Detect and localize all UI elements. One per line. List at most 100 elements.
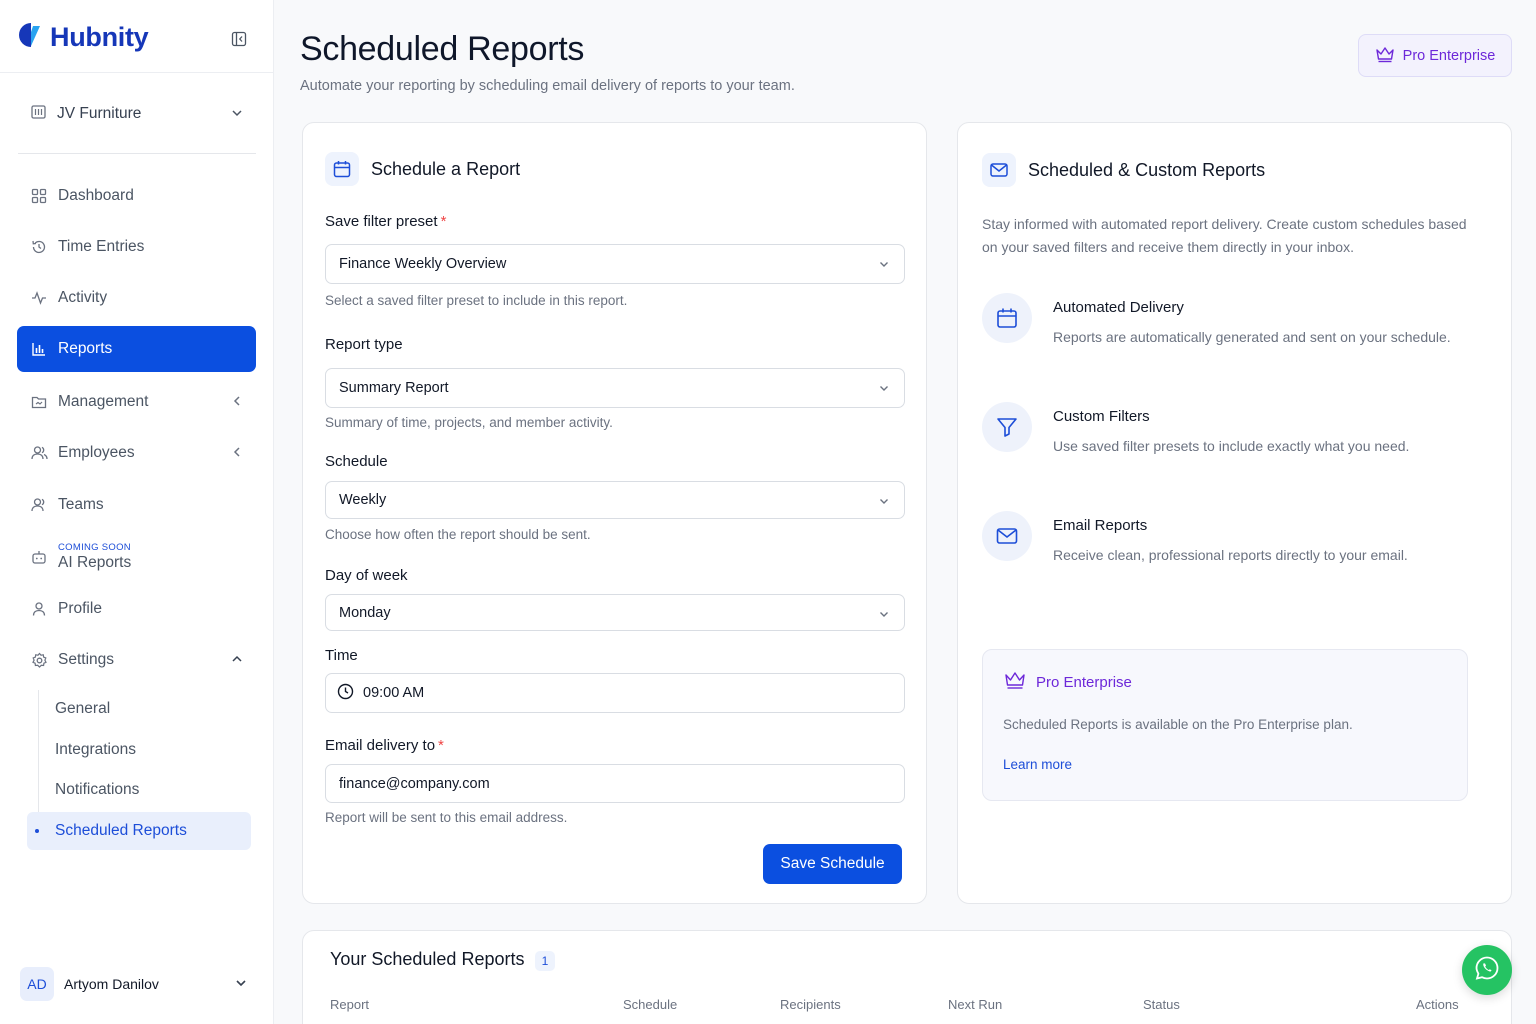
pro-enterprise-button[interactable]: Pro Enterprise bbox=[1358, 34, 1512, 77]
nav-time-entries[interactable]: Time Entries bbox=[17, 224, 256, 270]
column-header-recipients[interactable]: Recipients bbox=[780, 997, 841, 1012]
divider bbox=[0, 72, 274, 73]
required-mark: * bbox=[440, 213, 447, 230]
time-value: 09:00 AM bbox=[363, 685, 425, 701]
nav-profile[interactable]: Profile bbox=[17, 586, 256, 632]
email-label: Email delivery to * bbox=[325, 737, 444, 754]
report-type-value: Summary Report bbox=[339, 380, 449, 396]
hubnity-logo-icon bbox=[18, 22, 44, 53]
schedule-form-card: Schedule a Report Save filter preset * Fi… bbox=[302, 122, 927, 904]
required-mark: * bbox=[438, 737, 444, 754]
list-title: Your Scheduled Reports bbox=[330, 949, 525, 969]
chevron-down-icon bbox=[230, 106, 244, 125]
feature-title: Automated Delivery bbox=[1053, 299, 1184, 316]
info-description: Stay informed with automated report deli… bbox=[982, 216, 1467, 256]
pro-enterprise-label: Pro Enterprise bbox=[1402, 47, 1496, 64]
nav-label: Management bbox=[58, 393, 149, 410]
settings-sub-notifications[interactable]: Notifications bbox=[27, 771, 251, 809]
feature-desc: Use saved filter presets to include exac… bbox=[1053, 438, 1410, 454]
folder-icon bbox=[30, 393, 48, 411]
schedule-select[interactable]: Weekly bbox=[325, 481, 905, 519]
schedule-label: Schedule bbox=[325, 453, 388, 470]
nav-management[interactable]: Management bbox=[17, 379, 256, 425]
whatsapp-chat-button[interactable] bbox=[1462, 945, 1512, 995]
nav-label: AI Reports bbox=[58, 553, 132, 571]
brand-name: Hubnity bbox=[50, 22, 149, 52]
count-badge: 1 bbox=[535, 951, 555, 971]
user-menu[interactable]: AD Artyom Danilov bbox=[20, 966, 256, 1002]
email-input[interactable]: finance@company.com bbox=[325, 764, 905, 803]
column-header-status[interactable]: Status bbox=[1143, 997, 1180, 1012]
collapse-sidebar-button[interactable] bbox=[229, 29, 249, 49]
chevron-down-icon bbox=[878, 382, 890, 398]
filter-icon bbox=[982, 402, 1032, 452]
preset-label: Save filter preset * bbox=[325, 213, 446, 230]
nav-activity[interactable]: Activity bbox=[17, 275, 256, 321]
pro-box-desc: Scheduled Reports is available on the Pr… bbox=[1003, 717, 1353, 732]
chevron-down-icon bbox=[878, 495, 890, 511]
feature-title: Email Reports bbox=[1053, 517, 1148, 534]
card-title: Schedule a Report bbox=[371, 158, 521, 179]
grid-icon bbox=[30, 187, 48, 205]
card-title: Scheduled & Custom Reports bbox=[1028, 159, 1266, 180]
card-header: Scheduled & Custom Reports bbox=[982, 153, 1265, 187]
brand-logo[interactable]: Hubnity bbox=[18, 22, 149, 53]
email-help: Report will be sent to this email addres… bbox=[325, 810, 568, 825]
info-card: Scheduled & Custom Reports Stay informed… bbox=[957, 122, 1512, 904]
nav-label: Time Entries bbox=[58, 238, 145, 255]
settings-sub-integrations[interactable]: Integrations bbox=[27, 731, 251, 769]
pro-box-header: Pro Enterprise bbox=[1004, 670, 1132, 694]
panel-collapse-icon bbox=[231, 31, 247, 47]
time-label: Time bbox=[325, 647, 358, 664]
users-icon bbox=[30, 444, 48, 462]
history-icon bbox=[30, 238, 48, 256]
chevron-up-icon bbox=[230, 652, 244, 671]
nav-reports[interactable]: Reports bbox=[17, 326, 256, 372]
column-header-schedule[interactable]: Schedule bbox=[623, 997, 677, 1012]
mail-icon bbox=[982, 511, 1032, 561]
workspace-name: JV Furniture bbox=[57, 105, 142, 122]
workspace-selector[interactable]: JV Furniture bbox=[18, 92, 256, 136]
activity-icon bbox=[30, 289, 48, 307]
feature-desc: Reports are automatically generated and … bbox=[1053, 329, 1451, 345]
nav-label: Settings bbox=[58, 651, 115, 668]
nav-ai-reports[interactable]: COMING SOON AI Reports bbox=[17, 534, 256, 580]
building-icon bbox=[30, 103, 47, 125]
nav-label: Reports bbox=[58, 340, 113, 357]
schedule-value: Weekly bbox=[339, 492, 387, 508]
day-of-week-select[interactable]: Monday bbox=[325, 594, 905, 631]
calendar-icon bbox=[982, 293, 1032, 343]
settings-sub-general[interactable]: General bbox=[27, 690, 251, 728]
day-label: Day of week bbox=[325, 567, 408, 584]
nav-employees[interactable]: Employees bbox=[17, 430, 256, 476]
column-header-actions: Actions bbox=[1416, 997, 1459, 1012]
calendar-icon bbox=[325, 152, 359, 186]
preset-value: Finance Weekly Overview bbox=[339, 256, 507, 272]
nav-teams[interactable]: Teams bbox=[17, 482, 256, 528]
scheduled-reports-list: Your Scheduled Reports 1 Report Schedule… bbox=[302, 930, 1512, 1024]
sub-label: Scheduled Reports bbox=[55, 822, 187, 839]
preset-select[interactable]: Finance Weekly Overview bbox=[325, 244, 905, 284]
learn-more-link[interactable]: Learn more bbox=[1003, 757, 1072, 772]
save-schedule-button[interactable]: Save Schedule bbox=[763, 844, 902, 884]
nav-label: Employees bbox=[58, 444, 135, 461]
sub-label: General bbox=[55, 700, 111, 717]
settings-sub-scheduled-reports[interactable]: Scheduled Reports bbox=[27, 812, 251, 850]
feature-desc: Receive clean, professional reports dire… bbox=[1053, 547, 1408, 563]
day-value: Monday bbox=[339, 604, 391, 621]
time-input[interactable]: 09:00 AM bbox=[325, 673, 905, 713]
nav-settings[interactable]: Settings bbox=[17, 637, 256, 683]
chevron-down-icon bbox=[878, 608, 890, 624]
pro-box-title: Pro Enterprise bbox=[1036, 673, 1132, 691]
column-header-next-run[interactable]: Next Run bbox=[948, 997, 1002, 1012]
column-header-report[interactable]: Report bbox=[330, 997, 369, 1012]
user-name: Artyom Danilov bbox=[64, 976, 159, 992]
gear-icon bbox=[30, 651, 48, 669]
nav-dashboard[interactable]: Dashboard bbox=[17, 173, 256, 219]
report-type-select[interactable]: Summary Report bbox=[325, 368, 905, 408]
mail-icon bbox=[982, 153, 1016, 187]
schedule-help: Choose how often the report should be se… bbox=[325, 527, 591, 542]
feature-title: Custom Filters bbox=[1053, 408, 1150, 425]
chevron-down-icon bbox=[234, 976, 248, 995]
user-icon bbox=[30, 600, 48, 618]
